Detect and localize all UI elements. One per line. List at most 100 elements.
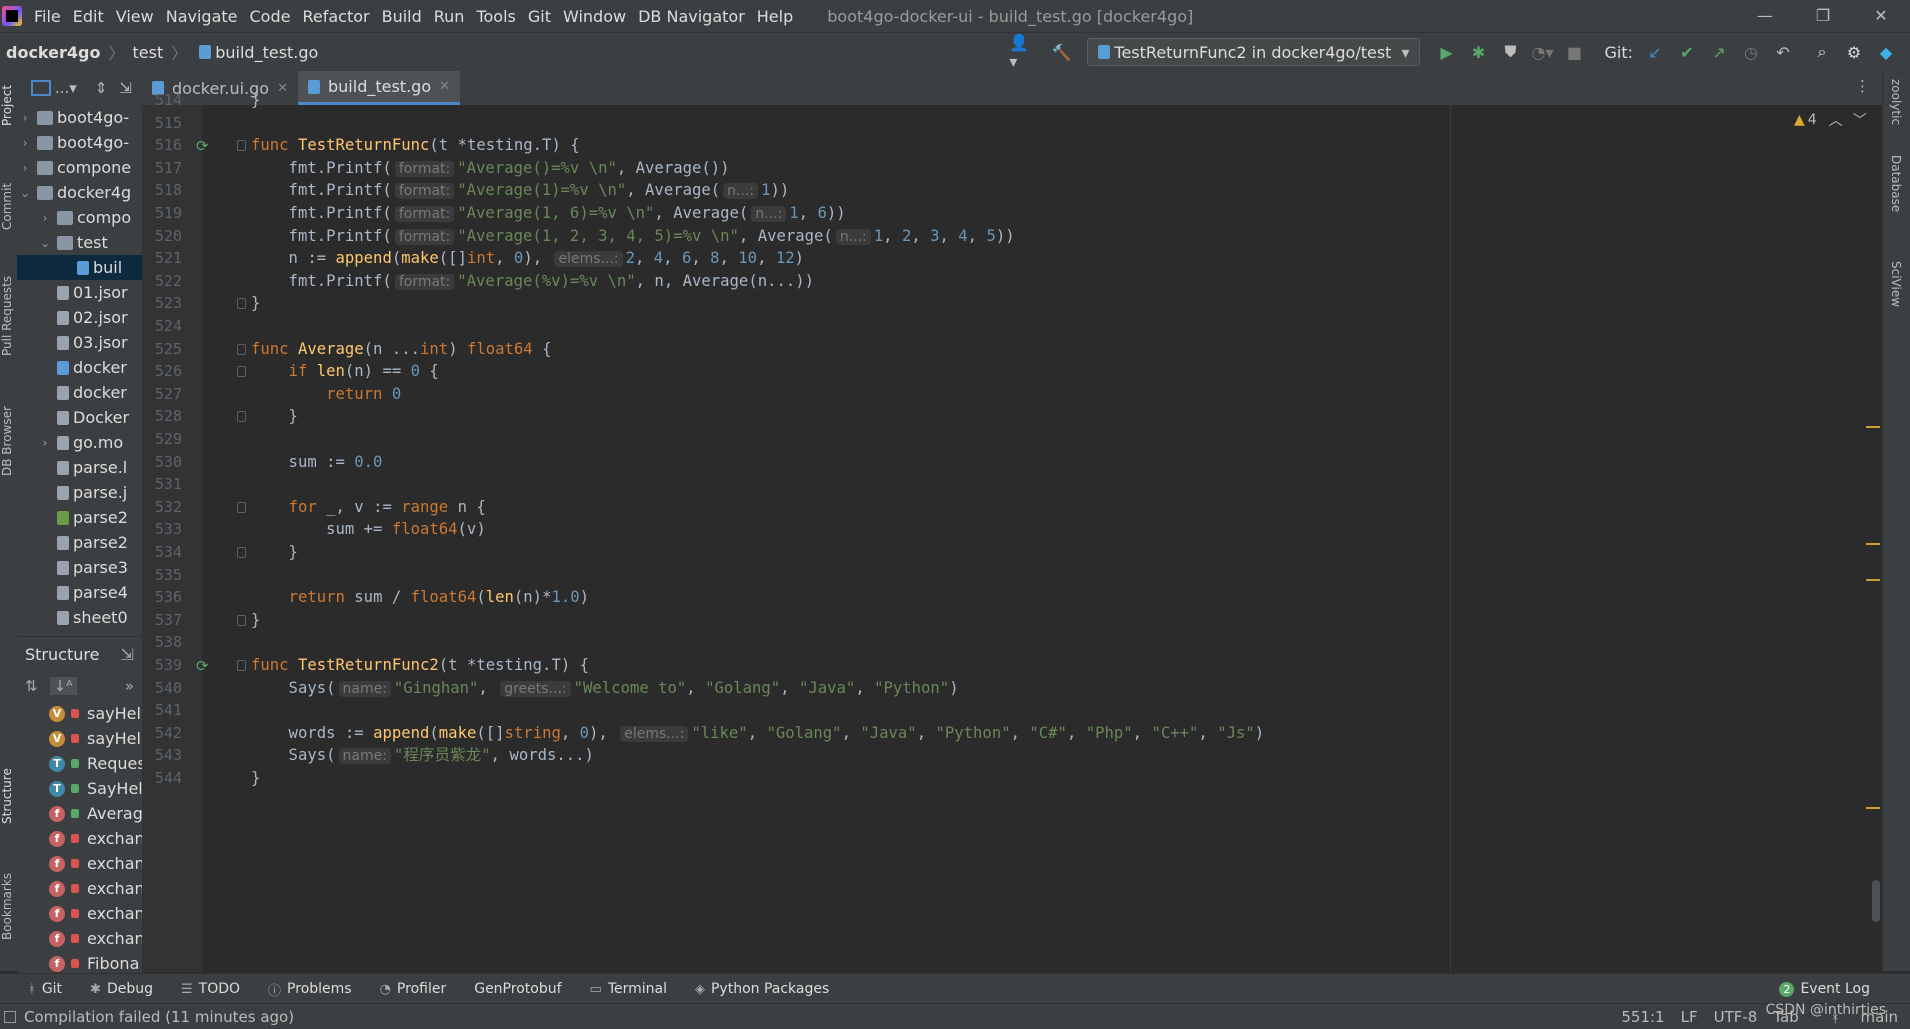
code-line[interactable]: } <box>251 292 260 315</box>
run-test-gutter-icon[interactable]: ⟳ <box>196 137 212 155</box>
event-log[interactable]: 2 Event Log <box>1779 981 1870 997</box>
project-view-icon[interactable] <box>31 80 51 96</box>
tool-git[interactable]: ᚼ Git <box>28 981 62 997</box>
tree-item[interactable]: › go.mo <box>17 430 142 455</box>
code-line[interactable]: func TestReturnFunc(t *testing.T) { <box>251 134 580 157</box>
code-line[interactable]: } <box>251 405 298 428</box>
plugin-icon[interactable]: ◆ <box>1875 41 1897 63</box>
tool-problems[interactable]: ⓘ Problems <box>268 980 352 999</box>
menu-view[interactable]: View <box>116 7 154 26</box>
tree-item[interactable]: buil <box>17 255 142 280</box>
chevron-right-icon[interactable]: › <box>37 211 53 225</box>
tool-tab-sciview[interactable]: SciView <box>1889 261 1903 307</box>
chevron-down-icon[interactable]: ⌄ <box>17 186 33 200</box>
breadcrumb-project[interactable]: docker4go <box>6 43 100 62</box>
menu-git[interactable]: Git <box>528 7 551 26</box>
close-tab-icon[interactable]: ✕ <box>439 79 450 94</box>
code-line[interactable]: fmt.Printf(format: "Average()=%v \n", Ave… <box>251 157 730 180</box>
tool-tab-db-browser[interactable]: DB Browser <box>0 391 17 491</box>
tree-item[interactable]: sheet0 <box>17 605 142 630</box>
structure-item[interactable]: VsayHell <box>17 726 142 751</box>
fold-marker-icon[interactable] <box>237 614 246 626</box>
tree-item[interactable]: 02.jsor <box>17 305 142 330</box>
structure-item[interactable]: f exchan <box>17 901 142 926</box>
close-icon[interactable]: ✕ <box>1852 0 1910 32</box>
code-line[interactable]: func Average(n ...int) float64 { <box>251 338 551 361</box>
code-line[interactable]: for _, v := range n { <box>251 496 486 519</box>
user-icon[interactable]: 👤▾ <box>1009 33 1031 71</box>
menu-navigate[interactable]: Navigate <box>166 7 238 26</box>
code-line[interactable]: fmt.Printf(format: "Average(1)=%v \n", Av… <box>251 179 789 202</box>
tree-item[interactable]: parse2 <box>17 505 142 530</box>
tool-tab-project[interactable]: Project <box>0 75 17 135</box>
tool-tab-commit[interactable]: Commit <box>0 171 17 241</box>
structure-item[interactable]: f exchan <box>17 851 142 876</box>
menu-code[interactable]: Code <box>250 7 291 26</box>
tree-item[interactable]: › boot4go- <box>17 105 142 130</box>
breadcrumb-folder[interactable]: test <box>132 43 163 62</box>
tree-item[interactable]: 01.jsor <box>17 280 142 305</box>
code-line[interactable]: } <box>251 541 298 564</box>
menu-build[interactable]: Build <box>382 7 422 26</box>
tree-item[interactable]: parse2 <box>17 530 142 555</box>
settings-gear-icon[interactable]: ⚙ <box>1843 41 1865 63</box>
tool-tab-bookmarks[interactable]: Bookmarks <box>0 861 17 951</box>
tree-item[interactable]: docker <box>17 380 142 405</box>
menu-window[interactable]: Window <box>563 7 626 26</box>
warning-stripe-marker[interactable] <box>1866 807 1880 809</box>
structure-item[interactable]: VsayHell <box>17 701 142 726</box>
structure-item[interactable]: T Reques <box>17 751 142 776</box>
tree-item[interactable]: › boot4go- <box>17 130 142 155</box>
code-line[interactable]: if len(n) == 0 { <box>251 360 439 383</box>
chevron-right-icon[interactable]: › <box>17 136 33 150</box>
coverage-icon[interactable]: ⛊ <box>1499 41 1521 63</box>
close-tab-icon[interactable]: ✕ <box>277 81 288 96</box>
tree-item[interactable]: › compo <box>17 205 142 230</box>
tool-todo[interactable]: ☰ TODO <box>181 981 240 997</box>
expand-all-icon[interactable]: ⇲ <box>119 79 132 97</box>
tree-item[interactable]: parse.l <box>17 455 142 480</box>
git-commit-icon[interactable]: ✔ <box>1676 41 1698 63</box>
warning-stripe-marker[interactable] <box>1866 543 1880 545</box>
code-line[interactable]: words := append(make([]string, 0), elems… <box>251 722 1264 745</box>
menu-tools[interactable]: Tools <box>476 7 515 26</box>
next-highlight-icon[interactable]: ﹀ <box>1853 110 1867 130</box>
sort-alpha-icon[interactable]: ↓ᴬ <box>49 677 77 695</box>
breadcrumb-file[interactable]: build_test.go <box>215 43 318 62</box>
structure-item[interactable]: f exchan <box>17 826 142 851</box>
fold-marker-icon[interactable] <box>237 140 246 152</box>
code-line[interactable]: } <box>251 609 260 632</box>
tree-item[interactable]: parse3 <box>17 555 142 580</box>
code-line[interactable]: return sum / float64(len(n)*1.0) <box>251 586 589 609</box>
git-push-icon[interactable]: ↗ <box>1708 41 1730 63</box>
tool-tab-database[interactable]: Database <box>1889 155 1903 212</box>
tree-item[interactable]: 03.jsor <box>17 330 142 355</box>
tree-item[interactable]: docker <box>17 355 142 380</box>
structure-options-icon[interactable]: ⇲ <box>121 645 134 664</box>
code-line[interactable]: n := append(make([]int, 0), elems...: 2, … <box>251 247 804 270</box>
tree-item[interactable]: parse4 <box>17 580 142 605</box>
code-line[interactable]: func TestReturnFunc2(t *testing.T) { <box>251 654 589 677</box>
structure-item[interactable]: T SayHel <box>17 776 142 801</box>
menu-db-navigator[interactable]: DB Navigator <box>638 7 745 26</box>
tool-tab-zoolytic[interactable]: zoolytic <box>1889 79 1903 125</box>
menu-help[interactable]: Help <box>757 7 793 26</box>
more-icon[interactable]: » <box>125 677 134 695</box>
project-view-dropdown[interactable]: ...▾ <box>55 79 77 97</box>
previous-highlight-icon[interactable]: ︿ <box>1829 110 1843 130</box>
code-line[interactable]: } <box>251 89 260 112</box>
collapse-all-icon[interactable]: ⇕ <box>95 79 108 97</box>
run-configuration-select[interactable]: TestReturnFunc2 in docker4go/test ▾ <box>1087 38 1421 66</box>
stop-icon[interactable]: ■ <box>1563 41 1585 63</box>
code-line[interactable]: sum := 0.0 <box>251 451 383 474</box>
inspection-widget[interactable]: ▲ 4 ︿ ﹀ <box>1794 110 1867 130</box>
chevron-right-icon[interactable]: › <box>17 111 33 125</box>
debug-icon[interactable]: ✱ <box>1467 41 1489 63</box>
tool-profiler[interactable]: ◔ Profiler <box>380 981 447 997</box>
tool-debug[interactable]: ✱ Debug <box>90 981 153 997</box>
code-line[interactable]: fmt.Printf(format: "Average(1, 6)=%v \n",… <box>251 202 846 225</box>
profile-icon[interactable]: ◔▾ <box>1531 41 1553 63</box>
fold-marker-icon[interactable] <box>237 660 246 671</box>
editor-scrollbar[interactable] <box>1872 880 1880 922</box>
tool-tab-structure[interactable]: Structure <box>0 751 17 841</box>
